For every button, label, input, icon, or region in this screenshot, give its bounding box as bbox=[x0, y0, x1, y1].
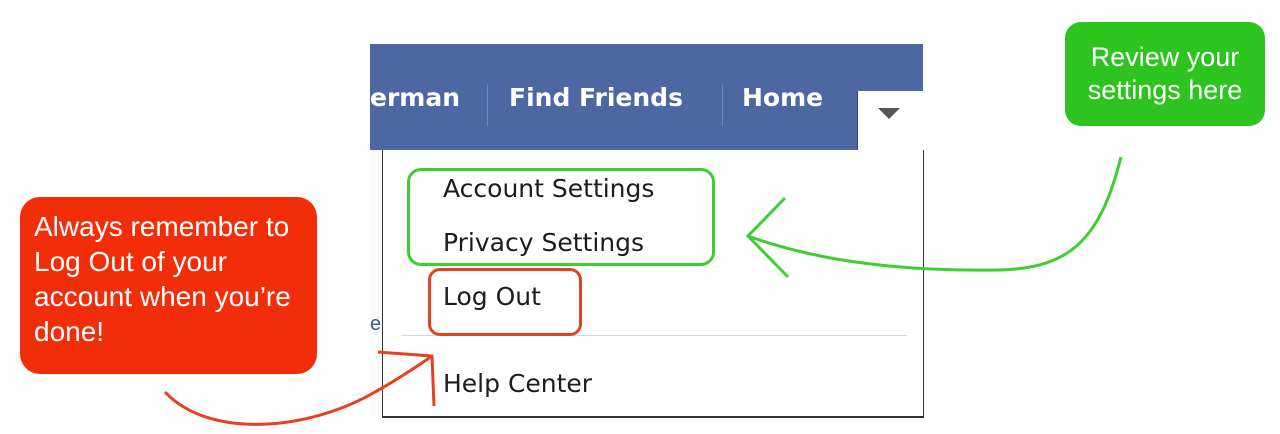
annotation-arrows bbox=[163, 156, 1123, 426]
red-arrow bbox=[163, 354, 433, 426]
green-arrow bbox=[747, 156, 1123, 272]
